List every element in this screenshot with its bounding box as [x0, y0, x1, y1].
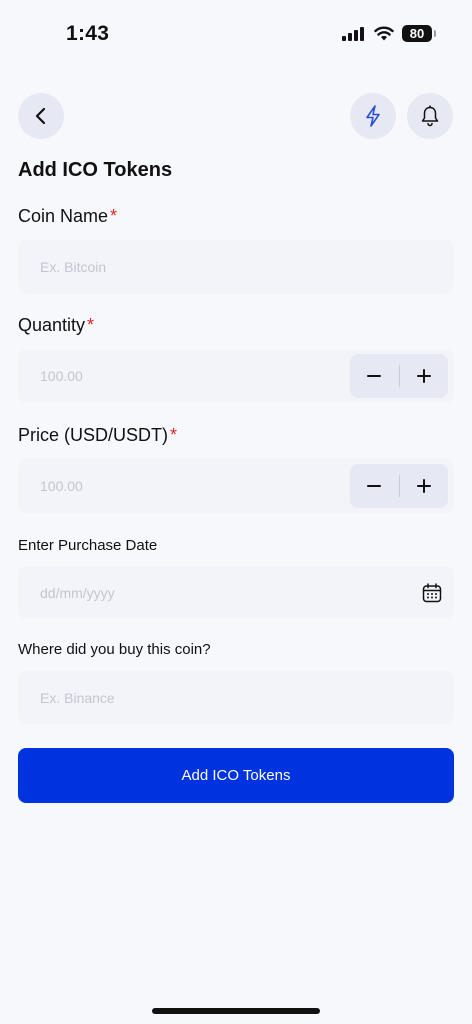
plus-icon [416, 479, 431, 493]
screen: 1:43 80 Add ICO Tokens Coin Name * Ex. B… [0, 0, 472, 1024]
quantity-decrement-button[interactable] [350, 354, 399, 398]
purchase-date-label: Enter Purchase Date [18, 537, 158, 554]
plus-icon [416, 369, 431, 383]
exchange-input[interactable]: Ex. Binance [18, 671, 454, 724]
page-title: Add ICO Tokens [18, 159, 173, 181]
status-time: 1:43 [66, 22, 110, 45]
notifications-button[interactable] [407, 93, 453, 139]
price-stepper [350, 464, 448, 508]
quantity-label: Quantity * [18, 315, 94, 336]
home-indicator[interactable] [152, 1008, 320, 1014]
quantity-input[interactable]: 100.00 [18, 349, 454, 403]
calendar-icon[interactable] [422, 582, 442, 603]
cellular-signal-icon [342, 26, 364, 41]
price-decrement-button[interactable] [350, 464, 399, 508]
price-input[interactable]: 100.00 [18, 459, 454, 513]
status-icons: 80 [342, 25, 436, 42]
lightning-button[interactable] [350, 93, 396, 139]
lightning-bolt-icon [366, 105, 380, 127]
status-bar: 1:43 80 [0, 0, 472, 70]
purchase-date-input[interactable]: dd/mm/yyyy [18, 566, 454, 619]
price-label: Price (USD/USDT) * [18, 425, 177, 446]
battery-level: 80 [409, 26, 425, 41]
price-increment-button[interactable] [400, 464, 449, 508]
battery-icon: 80 [402, 25, 436, 42]
exchange-placeholder: Ex. Binance [40, 689, 115, 706]
coin-name-input[interactable]: Ex. Bitcoin [18, 240, 454, 294]
coin-name-label: Coin Name * [18, 206, 117, 227]
price-placeholder: 100.00 [40, 478, 83, 494]
required-marker: * [110, 206, 118, 226]
price-label-text: Price (USD/USDT) [18, 425, 169, 445]
exchange-label: Where did you buy this coin? [18, 641, 211, 658]
quantity-stepper [350, 354, 448, 398]
minus-icon [367, 375, 382, 377]
coin-name-placeholder: Ex. Bitcoin [40, 259, 107, 275]
back-button[interactable] [18, 93, 64, 139]
chevron-left-icon [35, 107, 46, 125]
wifi-icon [374, 26, 394, 41]
quantity-placeholder: 100.00 [40, 368, 83, 384]
required-marker: * [87, 315, 95, 335]
required-marker: * [170, 425, 178, 445]
quantity-increment-button[interactable] [400, 354, 449, 398]
purchase-date-placeholder: dd/mm/yyyy [40, 584, 115, 601]
add-ico-tokens-button[interactable]: Add ICO Tokens [18, 748, 454, 803]
bell-icon [421, 105, 439, 127]
quantity-label-text: Quantity [18, 315, 86, 335]
minus-icon [367, 485, 382, 487]
coin-name-label-text: Coin Name [18, 206, 109, 226]
